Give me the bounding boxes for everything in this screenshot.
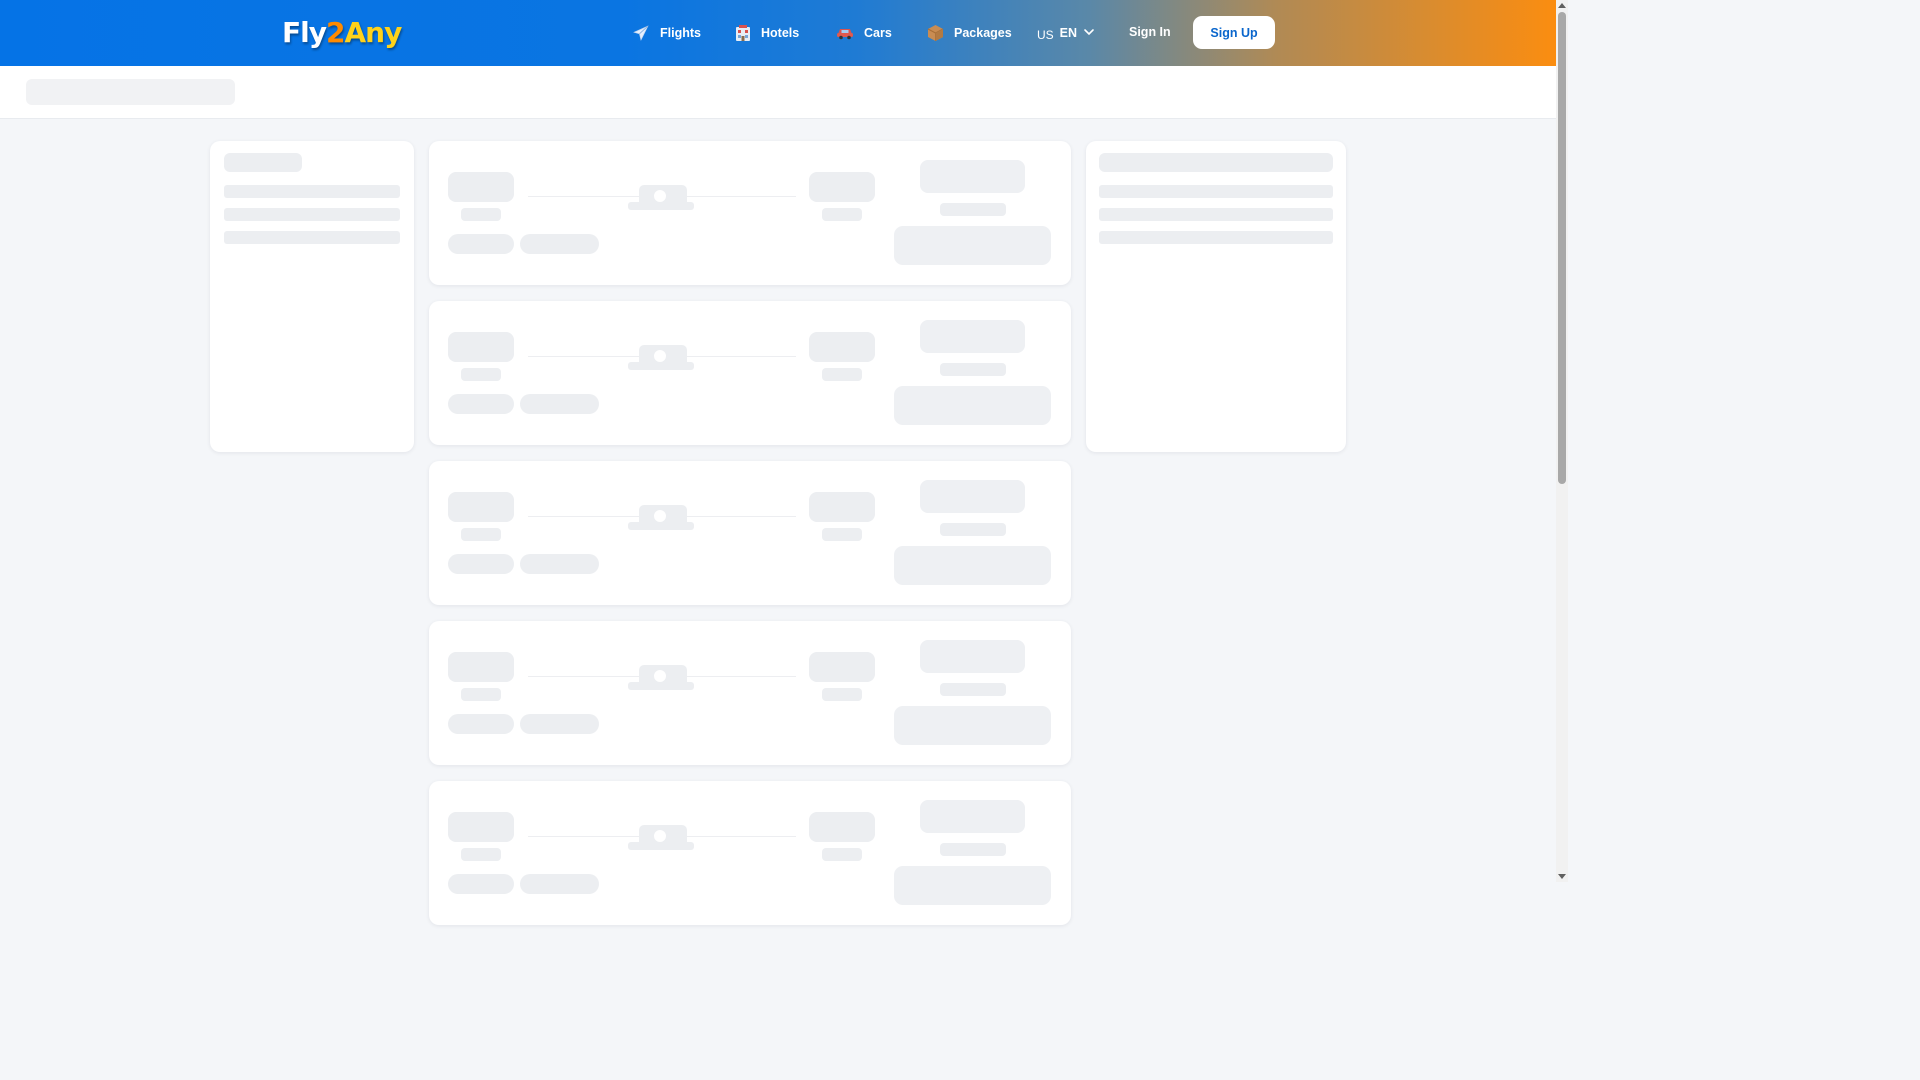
nav-hotels[interactable]: Hotels — [735, 24, 799, 42]
arrival-code-skeleton — [822, 208, 862, 221]
page-scrollbar[interactable] — [1556, 0, 1568, 882]
scroll-thumb[interactable] — [1558, 12, 1566, 484]
cabin-tag-skeleton — [520, 394, 599, 414]
search-summary-skeleton — [26, 79, 235, 105]
nav-packages[interactable]: Packages — [927, 24, 1012, 42]
nav-packages-label: Packages — [954, 26, 1012, 40]
nav-cars-label: Cars — [864, 26, 892, 40]
arrival-time-skeleton — [809, 172, 875, 202]
chevron-down-icon — [1083, 26, 1095, 40]
nav-flights[interactable]: Flights — [632, 24, 701, 42]
arrival-code-skeleton — [822, 368, 862, 381]
filter-line-skeleton — [224, 231, 400, 244]
flight-card-skeleton — [429, 141, 1071, 285]
sign-in-link[interactable]: Sign In — [1129, 25, 1171, 39]
hotel-building-icon — [735, 24, 751, 42]
route-dot-icon — [651, 667, 669, 685]
logo-text-fly: Fly — [282, 15, 327, 49]
scroll-up-arrow-icon[interactable] — [1558, 3, 1566, 8]
nav-cars[interactable]: Cars — [836, 26, 892, 40]
route-dot-icon — [651, 507, 669, 525]
package-box-icon — [927, 24, 944, 42]
scroll-down-arrow-icon[interactable] — [1558, 874, 1566, 879]
select-button-skeleton — [894, 706, 1051, 745]
price-note-skeleton — [940, 843, 1006, 856]
arrival-time-skeleton — [809, 332, 875, 362]
side-title-skeleton — [1099, 153, 1333, 172]
language-code: EN — [1059, 26, 1078, 40]
side-line-skeleton — [1099, 231, 1333, 244]
route-dot-icon — [651, 187, 669, 205]
price-skeleton — [920, 160, 1025, 193]
flight-card-skeleton — [429, 621, 1071, 765]
flight-card-skeleton — [429, 301, 1071, 445]
select-button-skeleton — [894, 386, 1051, 425]
logo-text-any: Any — [344, 15, 402, 49]
car-icon — [836, 26, 854, 40]
price-skeleton — [920, 640, 1025, 673]
price-skeleton — [920, 320, 1025, 353]
departure-code-skeleton — [461, 208, 501, 221]
departure-code-skeleton — [461, 528, 501, 541]
departure-time-skeleton — [448, 492, 514, 522]
airplane-icon — [632, 24, 650, 42]
price-note-skeleton — [940, 683, 1006, 696]
arrival-code-skeleton — [822, 528, 862, 541]
cabin-tag-skeleton — [520, 234, 599, 254]
logo-text-2: 2 — [325, 15, 346, 49]
search-summary-bar — [0, 66, 1556, 119]
filter-line-skeleton — [224, 185, 400, 198]
airline-tag-skeleton — [448, 874, 514, 894]
select-button-skeleton — [894, 866, 1051, 905]
airline-tag-skeleton — [448, 714, 514, 734]
sign-up-button[interactable]: Sign Up — [1193, 16, 1275, 49]
route-dot-icon — [651, 827, 669, 845]
price-note-skeleton — [940, 203, 1006, 216]
filters-title-skeleton — [224, 153, 302, 172]
cabin-tag-skeleton — [520, 874, 599, 894]
locale-selector[interactable]: US EN — [1037, 24, 1095, 42]
departure-time-skeleton — [448, 652, 514, 682]
route-dot-icon — [651, 347, 669, 365]
departure-code-skeleton — [461, 368, 501, 381]
arrival-code-skeleton — [822, 848, 862, 861]
airline-tag-skeleton — [448, 394, 514, 414]
price-note-skeleton — [940, 523, 1006, 536]
top-navigation-bar: Fly 2 Any Flights Hotels Cars Packages U… — [0, 0, 1556, 66]
departure-time-skeleton — [448, 332, 514, 362]
arrival-time-skeleton — [809, 652, 875, 682]
price-skeleton — [920, 480, 1025, 513]
airline-tag-skeleton — [448, 234, 514, 254]
price-note-skeleton — [940, 363, 1006, 376]
side-line-skeleton — [1099, 185, 1333, 198]
arrival-time-skeleton — [809, 812, 875, 842]
arrival-time-skeleton — [809, 492, 875, 522]
side-line-skeleton — [1099, 208, 1333, 221]
cabin-tag-skeleton — [520, 554, 599, 574]
fly2any-logo[interactable]: Fly 2 Any — [282, 14, 402, 50]
select-button-skeleton — [894, 546, 1051, 585]
arrival-code-skeleton — [822, 688, 862, 701]
price-skeleton — [920, 800, 1025, 833]
departure-code-skeleton — [461, 848, 501, 861]
nav-flights-label: Flights — [660, 26, 701, 40]
filters-panel-skeleton — [210, 141, 414, 452]
select-button-skeleton — [894, 226, 1051, 265]
flight-card-skeleton — [429, 461, 1071, 605]
nav-hotels-label: Hotels — [761, 26, 800, 40]
airline-tag-skeleton — [448, 554, 514, 574]
departure-code-skeleton — [461, 688, 501, 701]
flight-card-skeleton — [429, 781, 1071, 925]
cabin-tag-skeleton — [520, 714, 599, 734]
departure-time-skeleton — [448, 172, 514, 202]
filter-line-skeleton — [224, 208, 400, 221]
side-info-panel-skeleton — [1086, 141, 1346, 452]
country-code: US — [1037, 28, 1054, 42]
departure-time-skeleton — [448, 812, 514, 842]
